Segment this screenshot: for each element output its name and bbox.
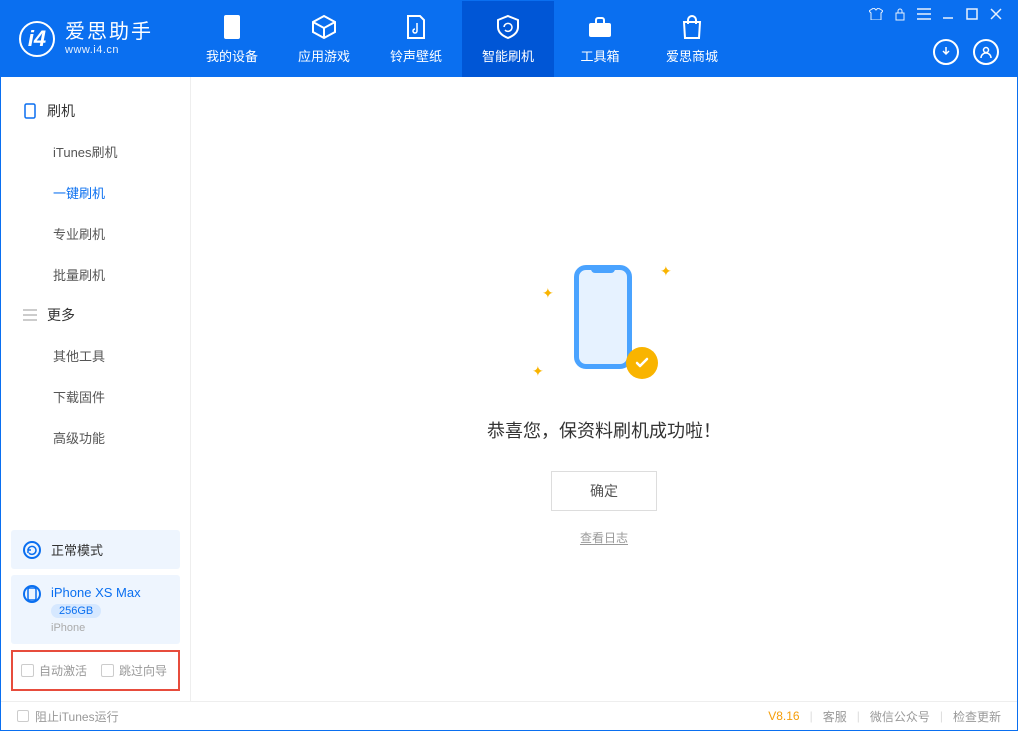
sidebar-section-flash: 刷机 xyxy=(1,91,190,131)
refresh-icon xyxy=(23,541,41,559)
cube-icon xyxy=(311,14,337,40)
tab-toolbox[interactable]: 工具箱 xyxy=(554,1,646,77)
brand-url: www.i4.cn xyxy=(65,44,153,56)
music-file-icon xyxy=(403,14,429,40)
tab-label: 工具箱 xyxy=(580,46,619,65)
user-icon[interactable] xyxy=(973,39,999,65)
sidebar-item-download-firmware[interactable]: 下载固件 xyxy=(1,376,190,417)
checkbox-label: 跳过向导 xyxy=(119,662,167,679)
header-actions xyxy=(933,39,999,65)
sidebar-item-batch-flash[interactable]: 批量刷机 xyxy=(1,254,190,295)
tab-ringtone-wallpaper[interactable]: 铃声壁纸 xyxy=(370,1,462,77)
download-icon[interactable] xyxy=(933,39,959,65)
sidebar-item-itunes-flash[interactable]: iTunes刷机 xyxy=(1,131,190,172)
footer-link-wechat[interactable]: 微信公众号 xyxy=(870,708,930,725)
checkbox-icon xyxy=(17,710,29,722)
close-icon[interactable] xyxy=(989,7,1003,21)
phone-outline-icon xyxy=(574,265,632,369)
tab-store[interactable]: 爱思商城 xyxy=(646,1,738,77)
checkbox-icon xyxy=(101,664,114,677)
tab-label: 我的设备 xyxy=(206,46,258,65)
lock-icon[interactable] xyxy=(893,7,907,21)
success-illustration: ✦ ✦ ✦ xyxy=(544,257,664,387)
logo-icon: i4 xyxy=(19,21,55,57)
highlighted-options: 自动激活 跳过向导 xyxy=(11,650,180,691)
phone-icon xyxy=(23,585,41,603)
maximize-icon[interactable] xyxy=(965,7,979,21)
tab-smart-flash[interactable]: 智能刷机 xyxy=(462,1,554,77)
mode-label: 正常模式 xyxy=(51,540,103,559)
brand-name: 爱思助手 xyxy=(65,22,153,42)
header: i4 爱思助手 www.i4.cn 我的设备 应用游戏 铃声壁纸 智能刷机 工具… xyxy=(1,1,1017,77)
section-label: 刷机 xyxy=(47,101,75,121)
spark-icon: ✦ xyxy=(660,263,668,271)
menu-icon[interactable] xyxy=(917,7,931,21)
tab-label: 爱思商城 xyxy=(666,46,718,65)
checkbox-label: 自动激活 xyxy=(39,662,87,679)
mode-card[interactable]: 正常模式 xyxy=(11,530,180,569)
tab-my-device[interactable]: 我的设备 xyxy=(186,1,278,77)
status-bar: 阻止iTunes运行 V8.16 | 客服 | 微信公众号 | 检查更新 xyxy=(1,701,1017,730)
window-controls xyxy=(869,7,1003,21)
device-icon xyxy=(219,14,245,40)
shirt-icon[interactable] xyxy=(869,7,883,21)
sidebar-item-oneclick-flash[interactable]: 一键刷机 xyxy=(1,172,190,213)
minimize-icon[interactable] xyxy=(941,7,955,21)
success-message: 恭喜您，保资料刷机成功啦！ xyxy=(487,417,721,443)
tab-label: 应用游戏 xyxy=(298,46,350,65)
device-type: iPhone xyxy=(51,622,141,634)
footer-link-update[interactable]: 检查更新 xyxy=(953,708,1001,725)
list-icon xyxy=(23,308,37,322)
tab-label: 铃声壁纸 xyxy=(390,46,442,65)
checkbox-skip-wizard[interactable]: 跳过向导 xyxy=(101,662,167,679)
view-log-link[interactable]: 查看日志 xyxy=(580,529,628,546)
spark-icon: ✦ xyxy=(532,363,540,371)
footer-link-support[interactable]: 客服 xyxy=(823,708,847,725)
checkbox-label: 阻止iTunes运行 xyxy=(35,708,119,725)
sidebar: 刷机 iTunes刷机 一键刷机 专业刷机 批量刷机 更多 其他工具 下载固件 … xyxy=(1,77,191,701)
device-storage: 256GB xyxy=(51,604,101,618)
shield-refresh-icon xyxy=(495,14,521,40)
sidebar-item-pro-flash[interactable]: 专业刷机 xyxy=(1,213,190,254)
main-tabs: 我的设备 应用游戏 铃声壁纸 智能刷机 工具箱 爱思商城 xyxy=(186,1,738,77)
check-badge-icon xyxy=(626,347,658,379)
toolbox-icon xyxy=(587,14,613,40)
device-card[interactable]: iPhone XS Max 256GB iPhone xyxy=(11,575,180,644)
device-name: iPhone XS Max xyxy=(51,585,141,600)
checkbox-auto-activate[interactable]: 自动激活 xyxy=(21,662,87,679)
sidebar-item-other-tools[interactable]: 其他工具 xyxy=(1,335,190,376)
tab-apps-games[interactable]: 应用游戏 xyxy=(278,1,370,77)
logo[interactable]: i4 爱思助手 www.i4.cn xyxy=(1,1,186,77)
checkbox-icon xyxy=(21,664,34,677)
bag-icon xyxy=(679,14,705,40)
phone-icon xyxy=(23,104,37,118)
ok-button[interactable]: 确定 xyxy=(551,471,657,511)
tab-label: 智能刷机 xyxy=(482,46,534,65)
sidebar-section-more: 更多 xyxy=(1,295,190,335)
checkbox-block-itunes[interactable]: 阻止iTunes运行 xyxy=(17,708,119,725)
sidebar-item-advanced[interactable]: 高级功能 xyxy=(1,417,190,458)
main-content: ✦ ✦ ✦ 恭喜您，保资料刷机成功啦！ 确定 查看日志 xyxy=(191,77,1017,701)
version-label: V8.16 xyxy=(768,709,799,723)
spark-icon: ✦ xyxy=(542,285,550,293)
section-label: 更多 xyxy=(47,305,75,325)
